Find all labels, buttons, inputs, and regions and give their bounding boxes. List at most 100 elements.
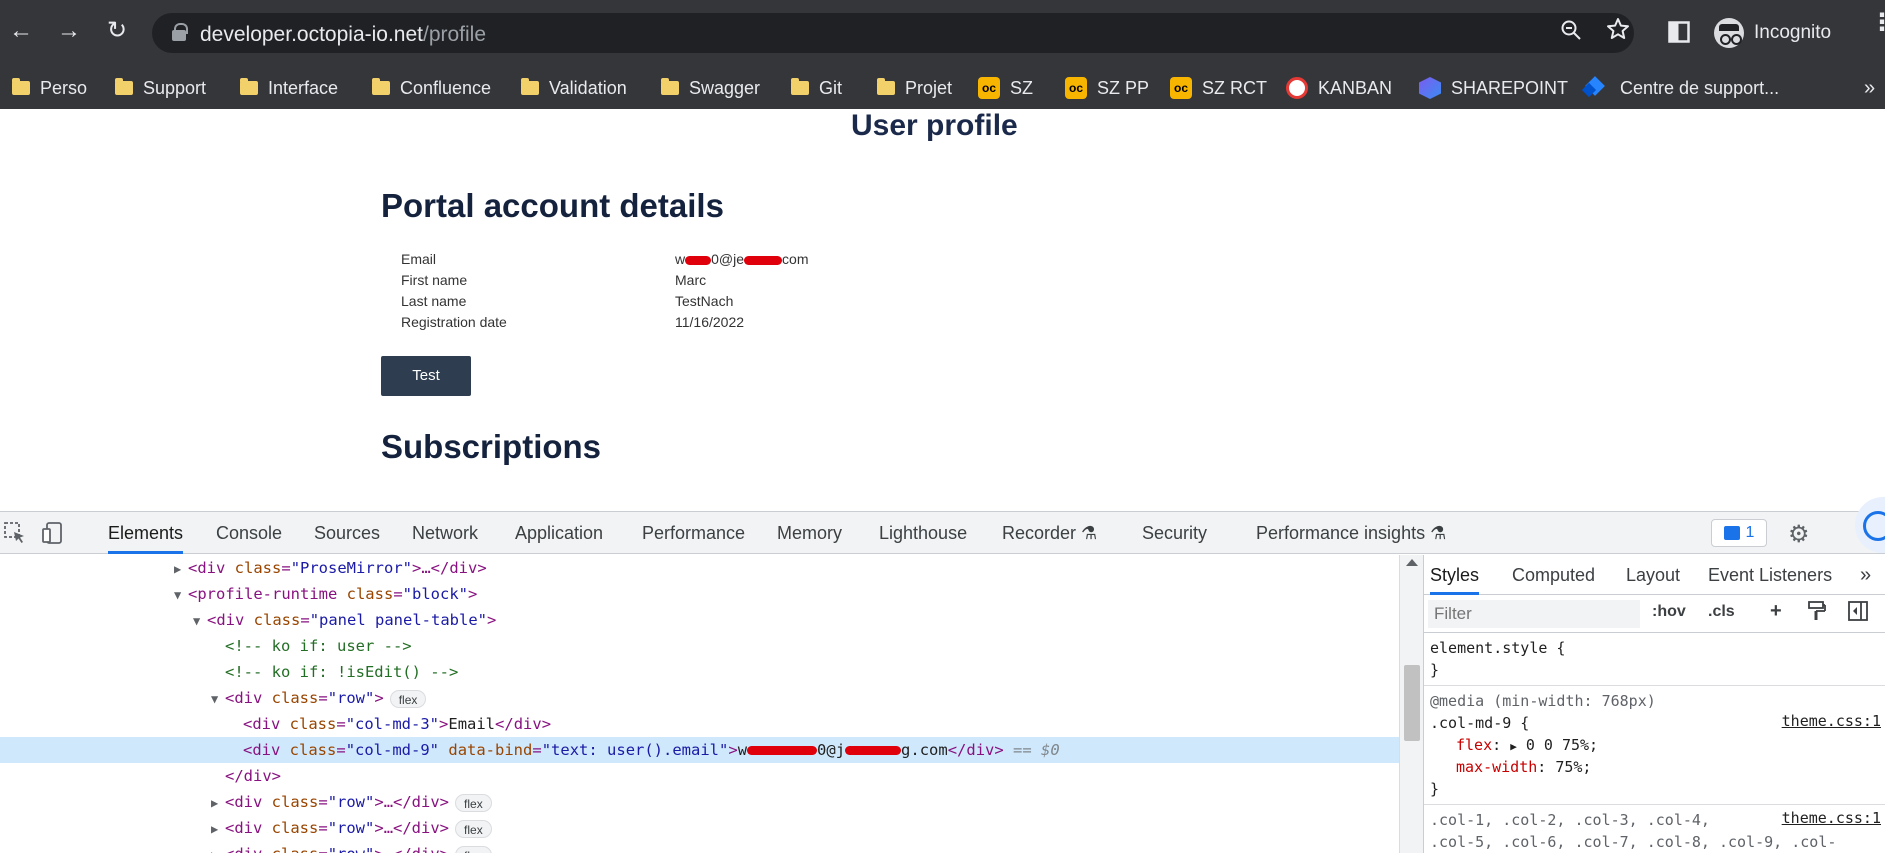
- dom-node-col-md-3[interactable]: <div class="col-md-3">Email</div>: [0, 711, 1399, 737]
- expand-triangle-icon[interactable]: ▶: [174, 556, 188, 582]
- folder-icon: [12, 81, 30, 95]
- address-bar[interactable]: developer.octopia-io.net/profile: [152, 13, 1634, 53]
- bookmark-swagger[interactable]: Swagger: [661, 76, 760, 100]
- settings-gear-icon[interactable]: ⚙: [1788, 520, 1810, 549]
- bookmark-label: Support: [143, 78, 206, 99]
- bookmark-interface[interactable]: Interface: [240, 76, 338, 100]
- scroll-thumb[interactable]: [1404, 665, 1420, 741]
- bookmark-sz[interactable]: ocSZ: [978, 76, 1033, 100]
- tab-network[interactable]: Network: [412, 512, 478, 554]
- rule-col-md-9[interactable]: @media (min-width: 768px) .col-md-9 { th…: [1424, 686, 1885, 805]
- incognito-icon: [1714, 18, 1744, 48]
- reload-icon[interactable]: ↻: [100, 14, 134, 48]
- dom-node-prosemirror[interactable]: ▶<div class="ProseMirror">…</div>: [0, 555, 1399, 581]
- dom-node-col-md-9-selected[interactable]: <div class="col-md-9" data-bind="text: u…: [0, 737, 1399, 763]
- css-declaration-max-width[interactable]: max-width: 75%;: [1430, 756, 1879, 778]
- inspect-element-icon[interactable]: [4, 522, 26, 550]
- bookmark-confluence[interactable]: Confluence: [372, 76, 491, 100]
- detail-label: First name: [401, 272, 467, 288]
- bookmark-centre-de-support[interactable]: Centre de support...: [1584, 76, 1779, 100]
- issues-badge[interactable]: 1: [1711, 519, 1767, 547]
- bookmark-projet[interactable]: Projet: [877, 76, 952, 100]
- tab-styles[interactable]: Styles: [1430, 555, 1479, 595]
- rule-element-style[interactable]: element.style { }: [1424, 633, 1885, 686]
- tab-security[interactable]: Security: [1142, 512, 1207, 554]
- cls-toggle[interactable]: .cls: [1708, 603, 1735, 621]
- incognito-profile[interactable]: Incognito: [1710, 14, 1841, 52]
- tab-sources[interactable]: Sources: [314, 512, 380, 554]
- sharepoint-icon: [1419, 77, 1441, 99]
- bookmark-sz-pp[interactable]: ocSZ PP: [1065, 76, 1149, 100]
- back-arrow-icon[interactable]: ←: [4, 14, 38, 48]
- css-declaration-flex[interactable]: flex: ▶ 0 0 75%;: [1430, 734, 1879, 756]
- forward-arrow-icon[interactable]: →: [52, 14, 86, 48]
- expand-triangle-icon[interactable]: ▶: [1510, 740, 1517, 753]
- bookmark-label: SHAREPOINT: [1451, 78, 1568, 99]
- device-toolbar-icon[interactable]: [42, 522, 64, 550]
- tab-elements[interactable]: Elements: [108, 512, 183, 554]
- issues-icon: [1724, 526, 1740, 540]
- dom-scrollbar[interactable]: [1399, 555, 1423, 853]
- collapse-triangle-icon[interactable]: ▼: [193, 608, 207, 634]
- rule-col-grid[interactable]: .col-1, .col-2, .col-3, .col-4, theme.cs…: [1424, 805, 1885, 853]
- collapse-triangle-icon[interactable]: ▼: [174, 582, 188, 608]
- expand-triangle-icon[interactable]: ▶: [211, 816, 225, 842]
- hov-toggle[interactable]: :hov: [1652, 603, 1686, 621]
- zoom-icon[interactable]: [1560, 19, 1582, 47]
- flex-badge[interactable]: flex: [455, 794, 492, 812]
- redaction-mark: [845, 746, 901, 755]
- lock-icon[interactable]: [172, 23, 186, 41]
- expand-triangle-icon[interactable]: ▶: [211, 790, 225, 816]
- dom-node-row[interactable]: ▶<div class="row">…</div>flex: [0, 841, 1399, 853]
- dom-node-profile-runtime[interactable]: ▼<profile-runtime class="block">: [0, 581, 1399, 607]
- dom-comment[interactable]: <!-- ko if: user -->: [0, 633, 1399, 659]
- bookmark-sharepoint[interactable]: SHAREPOINT: [1419, 76, 1568, 100]
- bookmark-sz-rct[interactable]: ocSZ RCT: [1170, 76, 1267, 100]
- url-text[interactable]: developer.octopia-io.net/profile: [200, 23, 486, 47]
- rule-source-link[interactable]: theme.css:1: [1782, 712, 1881, 730]
- toggle-sidebar-icon[interactable]: [1848, 601, 1868, 626]
- test-button[interactable]: Test: [381, 356, 471, 396]
- collapse-triangle-icon[interactable]: ▼: [211, 686, 225, 712]
- tab-recorder[interactable]: Recorder ⚗: [1002, 512, 1097, 554]
- dom-node-row[interactable]: ▼<div class="row">flex: [0, 685, 1399, 711]
- dom-node-row[interactable]: ▶<div class="row">…</div>flex: [0, 815, 1399, 841]
- more-bookmarks-chevron-icon[interactable]: »: [1864, 76, 1875, 100]
- tab-event-listeners[interactable]: Event Listeners: [1708, 555, 1832, 595]
- flex-badge[interactable]: flex: [390, 690, 427, 708]
- bookmark-label: Swagger: [689, 78, 760, 99]
- tab-console[interactable]: Console: [216, 512, 282, 554]
- bookmark-perso[interactable]: Perso: [12, 76, 87, 100]
- menu-dots-icon[interactable]: ⋮: [1870, 18, 1885, 28]
- tab-performance[interactable]: Performance: [642, 512, 745, 554]
- tab-layout[interactable]: Layout: [1626, 555, 1680, 595]
- new-rule-plus-icon[interactable]: +: [1770, 600, 1782, 623]
- rule-source-link[interactable]: theme.css:1: [1782, 809, 1881, 827]
- bookmark-kanban[interactable]: KANBAN: [1286, 76, 1392, 100]
- scroll-up-icon[interactable]: [1406, 559, 1418, 566]
- tab-application[interactable]: Application: [515, 512, 603, 554]
- folder-icon: [877, 81, 895, 95]
- tab-computed[interactable]: Computed: [1512, 555, 1595, 595]
- side-panel-icon[interactable]: [1668, 21, 1690, 48]
- expand-triangle-icon[interactable]: ▶: [211, 842, 225, 853]
- tab-lighthouse[interactable]: Lighthouse: [879, 512, 967, 554]
- dom-node-close[interactable]: </div>: [0, 763, 1399, 789]
- tab-performance-insights[interactable]: Performance insights ⚗: [1256, 512, 1446, 554]
- bookmark-star-icon[interactable]: [1606, 17, 1630, 47]
- account-details-heading: Portal account details: [381, 187, 724, 225]
- more-tabs-chevron-icon[interactable]: »: [1860, 555, 1871, 595]
- bookmark-label: Interface: [268, 78, 338, 99]
- folder-icon: [661, 81, 679, 95]
- bookmark-validation[interactable]: Validation: [521, 76, 627, 100]
- dom-comment[interactable]: <!-- ko if: !isEdit() -->: [0, 659, 1399, 685]
- octopia-icon: oc: [978, 77, 1000, 99]
- styles-filter-input[interactable]: [1428, 600, 1640, 628]
- bookmark-git[interactable]: Git: [791, 76, 842, 100]
- bookmark-support[interactable]: Support: [115, 76, 206, 100]
- dom-node-row[interactable]: ▶<div class="row">…</div>flex: [0, 789, 1399, 815]
- dom-node-panel[interactable]: ▼<div class="panel panel-table">: [0, 607, 1399, 633]
- paint-roller-icon[interactable]: [1808, 601, 1826, 626]
- flex-badge[interactable]: flex: [455, 820, 492, 838]
- tab-memory[interactable]: Memory: [777, 512, 842, 554]
